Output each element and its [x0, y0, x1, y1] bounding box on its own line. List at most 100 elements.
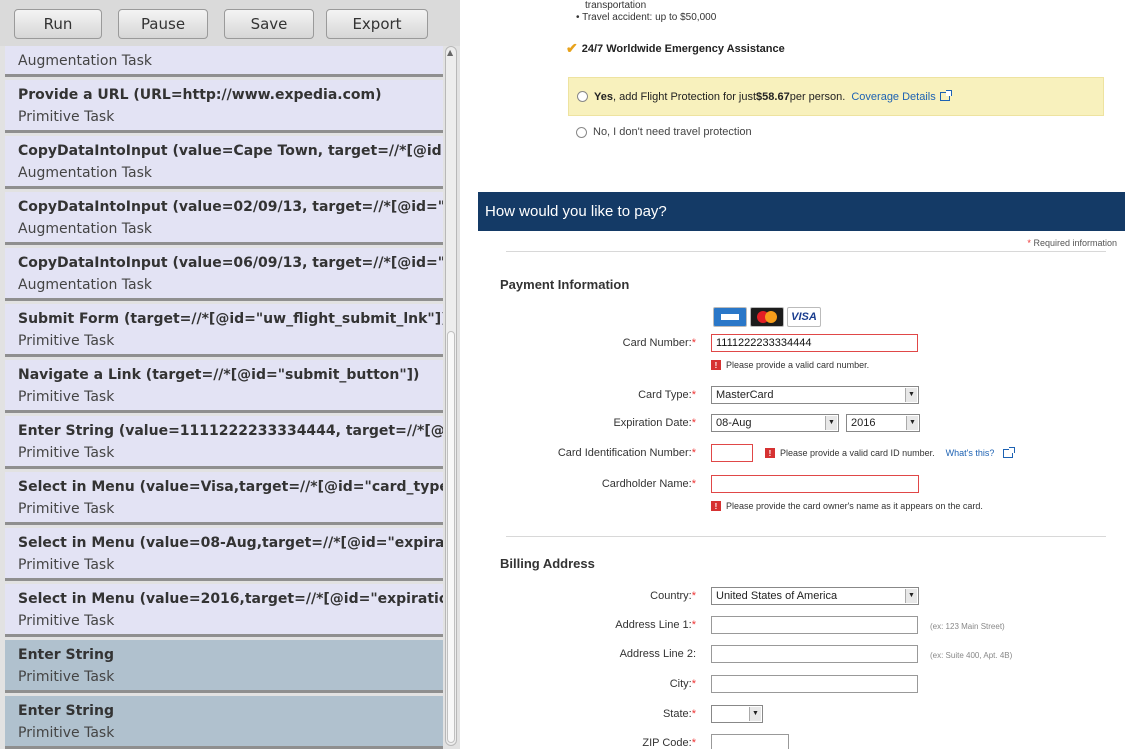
- error-icon: !: [711, 501, 721, 511]
- card-number-label: Card Number:*: [622, 337, 696, 349]
- task-title: CopyDataIntoInput (value=02/09/13, targe…: [18, 199, 443, 215]
- task-item-selected[interactable]: Enter String Primitive Task: [5, 640, 443, 693]
- task-item[interactable]: CopyDataIntoInput (value=06/09/13, targe…: [5, 248, 443, 301]
- protection-price: $58.67: [756, 90, 790, 103]
- task-item[interactable]: CopyDataIntoInput (value=02/09/13, targe…: [5, 192, 443, 245]
- dropdown-arrow-icon: ▼: [905, 589, 917, 603]
- task-title: CopyDataIntoInput (value=Cape Town, targ…: [18, 143, 443, 159]
- dropdown-arrow-icon: ▼: [905, 388, 917, 402]
- dropdown-arrow-icon: ▼: [906, 416, 918, 430]
- coverage-bullet-text: Travel accident: up to $50,000: [582, 12, 717, 23]
- coverage-details-link[interactable]: Coverage Details: [851, 91, 935, 103]
- payment-section-banner: How would you like to pay?: [478, 192, 1125, 231]
- browser-page: transportation • Travel accident: up to …: [478, 0, 1125, 749]
- scrollbar-thumb[interactable]: [447, 331, 455, 743]
- task-list-scrollbar[interactable]: ▲: [445, 46, 457, 746]
- city-input[interactable]: [711, 675, 918, 693]
- yes-label: Yes: [594, 90, 613, 103]
- task-type: Primitive Task: [18, 725, 115, 741]
- whats-this-link[interactable]: What's this?: [946, 448, 995, 458]
- task-type: Primitive Task: [18, 557, 115, 573]
- zip-code-label: ZIP Code:*: [642, 737, 696, 749]
- task-title: Select in Menu (value=Visa,target=//*[@i…: [18, 479, 443, 495]
- dropdown-arrow-icon: ▼: [749, 707, 761, 721]
- visa-card-icon: VISA: [787, 307, 821, 327]
- expiration-year-select[interactable]: 2016 ▼: [846, 414, 920, 432]
- coverage-bullet-continued: transportation: [585, 0, 647, 11]
- task-item[interactable]: Augmentation Task: [5, 46, 443, 77]
- task-item[interactable]: Provide a URL (URL=http://www.expedia.co…: [5, 80, 443, 133]
- scroll-up-arrow-icon[interactable]: ▲: [447, 48, 453, 57]
- task-title: Enter String: [18, 647, 114, 663]
- country-select[interactable]: United States of America ▼: [711, 587, 919, 605]
- divider: [506, 251, 1106, 252]
- expiration-month-select[interactable]: 08-Aug ▼: [711, 414, 839, 432]
- task-title: Select in Menu (value=08-Aug,target=//*[…: [18, 535, 443, 551]
- accepted-cards: VISA: [713, 307, 821, 327]
- task-type: Augmentation Task: [18, 221, 153, 237]
- no-protection-option[interactable]: No, I don't need travel protection: [576, 126, 752, 138]
- flight-protection-option[interactable]: Yes , add Flight Protection for just $58…: [568, 77, 1104, 116]
- pause-button[interactable]: Pause: [118, 9, 208, 39]
- city-label: City:*: [669, 678, 696, 690]
- error-icon: !: [711, 360, 721, 370]
- external-link-icon[interactable]: [1003, 446, 1016, 458]
- task-title: CopyDataIntoInput (value=06/09/13, targe…: [18, 255, 443, 271]
- cardholder-name-error: ! Please provide the card owner's name as…: [711, 501, 983, 511]
- task-title: Navigate a Link (target=//*[@id="submit_…: [18, 367, 420, 383]
- no-protection-radio[interactable]: [576, 126, 587, 138]
- zip-code-input[interactable]: [711, 734, 789, 749]
- payment-info-heading: Payment Information: [500, 277, 630, 292]
- task-item[interactable]: Enter String (value=1111222233334444, ta…: [5, 416, 443, 469]
- country-label: Country:*: [650, 590, 696, 602]
- task-list: Augmentation Task Provide a URL (URL=htt…: [5, 46, 443, 749]
- protection-text-post: per person.: [789, 90, 846, 103]
- checkmark-icon: ✔: [566, 40, 578, 56]
- task-type: Primitive Task: [18, 445, 115, 461]
- required-info-note: * Required information: [1027, 238, 1117, 248]
- task-item[interactable]: Select in Menu (value=2016,target=//*[@i…: [5, 584, 443, 637]
- task-title: Enter String (value=1111222233334444, ta…: [18, 423, 443, 439]
- toolbar: Run Pause Save Export: [0, 0, 460, 46]
- address-line-1-input[interactable]: [711, 616, 918, 634]
- cardholder-name-label: Cardholder Name:*: [601, 478, 696, 490]
- address-line-1-hint: (ex: 123 Main Street): [930, 622, 1005, 631]
- divider: [506, 536, 1106, 537]
- card-id-input[interactable]: [711, 444, 753, 462]
- task-item-selected[interactable]: Enter String Primitive Task: [5, 696, 443, 749]
- assistance-feature: ✔ 24/7 Worldwide Emergency Assistance: [566, 40, 785, 57]
- amex-card-icon: [713, 307, 747, 327]
- mastercard-card-icon: [750, 307, 784, 327]
- card-number-error: ! Please provide a valid card number.: [711, 360, 869, 370]
- task-item[interactable]: Select in Menu (value=Visa,target=//*[@i…: [5, 472, 443, 525]
- task-title: Provide a URL (URL=http://www.expedia.co…: [18, 87, 382, 103]
- address-line-2-hint: (ex: Suite 400, Apt. 4B): [930, 651, 1013, 660]
- state-select[interactable]: ▼: [711, 705, 763, 723]
- export-button[interactable]: Export: [326, 9, 428, 39]
- run-button[interactable]: Run: [14, 9, 102, 39]
- task-item[interactable]: Submit Form (target=//*[@id="uw_flight_s…: [5, 304, 443, 357]
- address-line-2-label: Address Line 2:: [619, 648, 696, 660]
- state-label: State:*: [662, 708, 696, 720]
- billing-address-heading: Billing Address: [500, 556, 595, 571]
- task-item[interactable]: CopyDataIntoInput (value=Cape Town, targ…: [5, 136, 443, 189]
- card-type-select[interactable]: MasterCard ▼: [711, 386, 919, 404]
- task-panel: Run Pause Save Export Augmentation Task …: [0, 0, 460, 749]
- save-button[interactable]: Save: [224, 9, 314, 39]
- card-type-label: Card Type:*: [638, 389, 696, 401]
- task-item[interactable]: Navigate a Link (target=//*[@id="submit_…: [5, 360, 443, 413]
- yes-protection-radio[interactable]: [577, 91, 588, 102]
- task-type: Primitive Task: [18, 501, 115, 517]
- dropdown-arrow-icon: ▼: [825, 416, 837, 430]
- no-protection-label: No, I don't need travel protection: [593, 126, 752, 138]
- address-line-2-input[interactable]: [711, 645, 918, 663]
- task-title: Submit Form (target=//*[@id="uw_flight_s…: [18, 311, 443, 327]
- task-type: Primitive Task: [18, 389, 115, 405]
- card-number-input[interactable]: 1111222233334444: [711, 334, 918, 352]
- task-type: Primitive Task: [18, 109, 115, 125]
- coverage-bullet: • Travel accident: up to $50,000: [576, 12, 717, 23]
- expiration-date-label: Expiration Date:*: [613, 417, 696, 429]
- cardholder-name-input[interactable]: [711, 475, 919, 493]
- task-item[interactable]: Select in Menu (value=08-Aug,target=//*[…: [5, 528, 443, 581]
- external-link-icon[interactable]: [939, 90, 952, 101]
